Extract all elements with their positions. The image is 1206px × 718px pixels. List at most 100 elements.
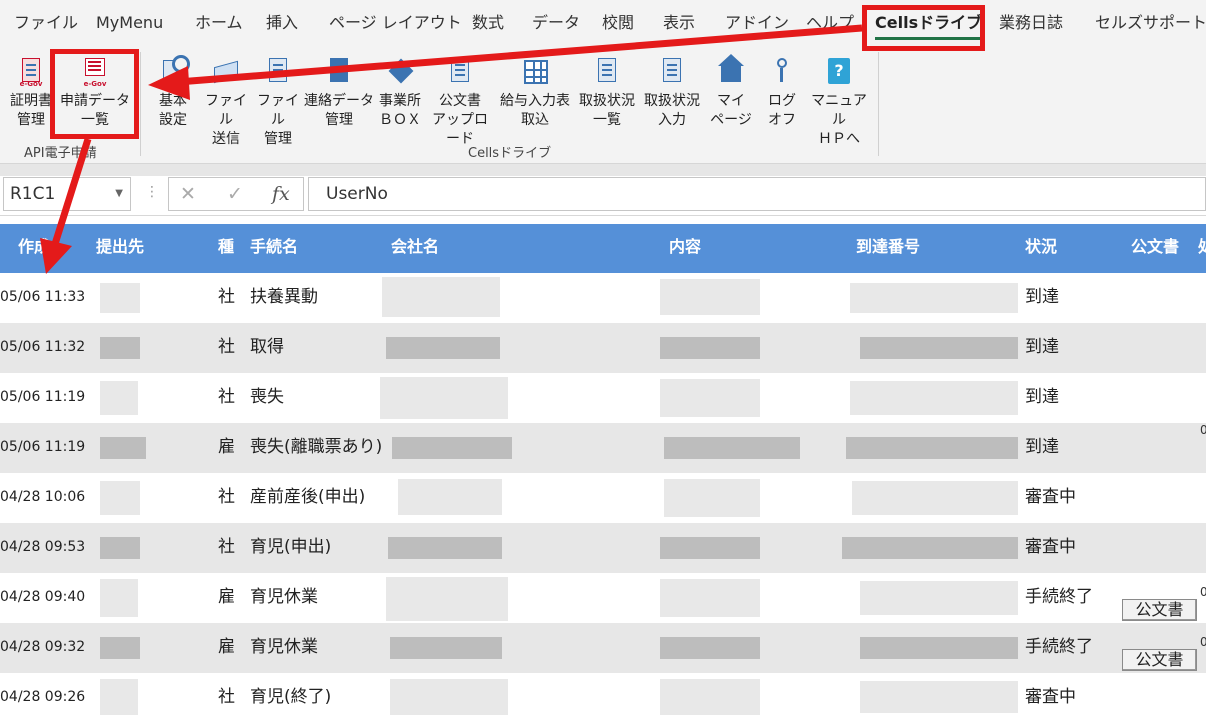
cell-date: 05/06 11:33 <box>0 289 86 305</box>
salary-import-button[interactable]: 給与入力表 取込 <box>496 52 574 130</box>
file-manage-icon <box>264 52 292 88</box>
file-send-label-1: ファイル <box>205 93 247 128</box>
header-company[interactable]: 会社名 <box>391 224 439 270</box>
tab-insert[interactable]: 挿入 <box>266 0 298 46</box>
my-page-label-1: マイ <box>717 93 745 109</box>
cell-kind: 雇 <box>218 637 235 657</box>
tab-work-log[interactable]: 業務日誌 <box>999 0 1063 46</box>
table-row[interactable]: 05/06 11:33 社 扶養異動 到達 <box>0 273 1206 323</box>
cell-status: 到達 <box>1025 437 1059 457</box>
header-status[interactable]: 状況 <box>1025 224 1057 270</box>
log-off-label-1: ログ <box>768 93 796 109</box>
file-send-label-2: 送信 <box>212 131 240 147</box>
status-list-icon <box>593 52 621 88</box>
table-row[interactable]: 05/06 11:19 社 喪失 到達 <box>0 373 1206 423</box>
basic-settings-label-1: 基本 <box>159 93 187 109</box>
tab-home[interactable]: ホーム <box>195 0 243 46</box>
header-official-doc[interactable]: 公文書 <box>1131 224 1179 270</box>
tab-data[interactable]: データ <box>532 0 580 46</box>
group-label-cells-drive: Cellsドライブ <box>468 146 552 161</box>
cell-kind: 社 <box>218 487 235 507</box>
chevron-down-icon[interactable]: ▼ <box>115 178 123 210</box>
tab-addins[interactable]: アドイン <box>725 0 789 46</box>
cell-kind: 社 <box>218 337 235 357</box>
redacted-cell <box>386 577 508 621</box>
tab-view[interactable]: 表示 <box>663 0 695 46</box>
tab-review[interactable]: 校閲 <box>602 0 634 46</box>
cancel-icon[interactable]: ✕ <box>180 178 196 210</box>
group-label-api-e-application: API電子申請 <box>24 146 97 161</box>
status-input-icon <box>658 52 686 88</box>
table-row[interactable]: 04/28 09:32 雇 育児休業 手続終了 公文書 0 <box>0 623 1206 673</box>
tab-page-layout[interactable]: ページ レイアウト <box>329 0 462 46</box>
cell-date: 05/06 11:19 <box>0 439 86 455</box>
cell-status: 到達 <box>1025 387 1059 407</box>
redacted-cell <box>390 679 508 715</box>
drag-handle-icon[interactable]: ⋮ <box>145 184 159 200</box>
cell-status: 審査中 <box>1025 687 1076 707</box>
upload-official-doc-button[interactable]: 公文書 アップロード <box>426 52 494 149</box>
cell-kind: 社 <box>218 287 235 307</box>
cell-procedure: 育児休業 <box>250 587 318 607</box>
header-arrival-number[interactable]: 到達番号 <box>856 224 920 270</box>
my-page-button[interactable]: マイ ページ <box>708 52 754 130</box>
table-row[interactable]: 04/28 09:26 社 育児(終了) 審査中 <box>0 673 1206 718</box>
redacted-cell <box>860 681 1018 713</box>
formula-input[interactable]: UserNo <box>308 177 1206 211</box>
header-procedure[interactable]: 手続名 <box>250 224 298 270</box>
header-edge[interactable]: 処 <box>1198 224 1206 270</box>
table-row[interactable]: 05/06 11:32 社 取得 到達 <box>0 323 1206 373</box>
redacted-cell <box>386 337 500 359</box>
tab-formulas[interactable]: 数式 <box>472 0 504 46</box>
menu-bar: ファイル MyMenu ホーム 挿入 ページ レイアウト 数式 データ 校閲 表… <box>0 0 1206 46</box>
status-input-button[interactable]: 取扱状況 入力 <box>641 52 703 130</box>
tab-file[interactable]: ファイル <box>14 0 78 46</box>
header-destination[interactable]: 提出先 <box>96 224 144 270</box>
table-row[interactable]: 04/28 09:40 雇 育児休業 手続終了 公文書 0 <box>0 573 1206 623</box>
table-header: 作成 提出先 種 手続名 会社名 内容 到達番号 状況 公文書 処 <box>0 224 1206 273</box>
tab-mymenu[interactable]: MyMenu <box>96 0 163 46</box>
table-row[interactable]: 05/06 11:19 雇 喪失(離職票あり) 到達 0 <box>0 423 1206 473</box>
cell-procedure: 喪失 <box>250 387 284 407</box>
cell-status: 審査中 <box>1025 487 1076 507</box>
ribbon: e-Gov 証明書 管理 e-Gov 申請データ 一覧 API電子申請 基本 設… <box>0 46 1206 164</box>
manual-hp-button[interactable]: ? マニュアル ＨＰへ <box>808 52 870 149</box>
office-box-button[interactable]: 事業所 ＢＯＸ <box>374 52 426 130</box>
certificate-manage-button[interactable]: e-Gov 証明書 管理 <box>8 52 54 130</box>
file-send-button[interactable]: ファイル 送信 <box>202 52 250 149</box>
tab-help[interactable]: ヘルプ <box>806 0 854 46</box>
name-box[interactable]: R1C1 ▼ <box>3 177 131 211</box>
header-content[interactable]: 内容 <box>669 224 701 270</box>
log-off-button[interactable]: ログ オフ <box>760 52 804 130</box>
contact-data-manage-button[interactable]: 連絡データ 管理 <box>304 52 374 130</box>
home-icon <box>717 52 745 88</box>
table-row[interactable]: 04/28 10:06 社 産前産後(申出) 審査中 <box>0 473 1206 523</box>
redacted-cell <box>398 479 502 515</box>
file-manage-label-2: 管理 <box>264 131 292 147</box>
box-icon <box>386 52 414 88</box>
cell-procedure: 育児休業 <box>250 637 318 657</box>
tab-cells-support[interactable]: セルズサポート <box>1095 0 1206 46</box>
file-manage-button[interactable]: ファイル 管理 <box>254 52 302 149</box>
cell-status: 到達 <box>1025 337 1059 357</box>
insert-function-icon[interactable]: fx <box>272 178 290 210</box>
enter-icon[interactable]: ✓ <box>227 178 243 210</box>
basic-settings-button[interactable]: 基本 設定 <box>150 52 196 130</box>
redacted-cell <box>390 637 502 659</box>
official-doc-button[interactable]: 公文書 <box>1122 599 1197 621</box>
redacted-cell <box>664 479 760 517</box>
cell-procedure: 産前産後(申出) <box>250 487 366 507</box>
redacted-cell <box>860 637 1018 659</box>
status-list-button[interactable]: 取扱状況 一覧 <box>576 52 638 130</box>
header-date[interactable]: 作成 <box>18 224 50 270</box>
group-divider <box>878 52 879 156</box>
highlight-box-application-data-list <box>50 49 139 139</box>
official-doc-button[interactable]: 公文書 <box>1122 649 1197 671</box>
table-row[interactable]: 04/28 09:53 社 育児(申出) 審査中 <box>0 523 1206 573</box>
upload-doc-label-1: 公文書 <box>439 93 481 109</box>
redacted-cell <box>842 537 1018 559</box>
cell-date: 04/28 09:26 <box>0 689 86 705</box>
redacted-cell <box>850 283 1018 313</box>
cell-procedure: 育児(終了) <box>250 687 332 707</box>
header-kind[interactable]: 種 <box>218 224 234 270</box>
